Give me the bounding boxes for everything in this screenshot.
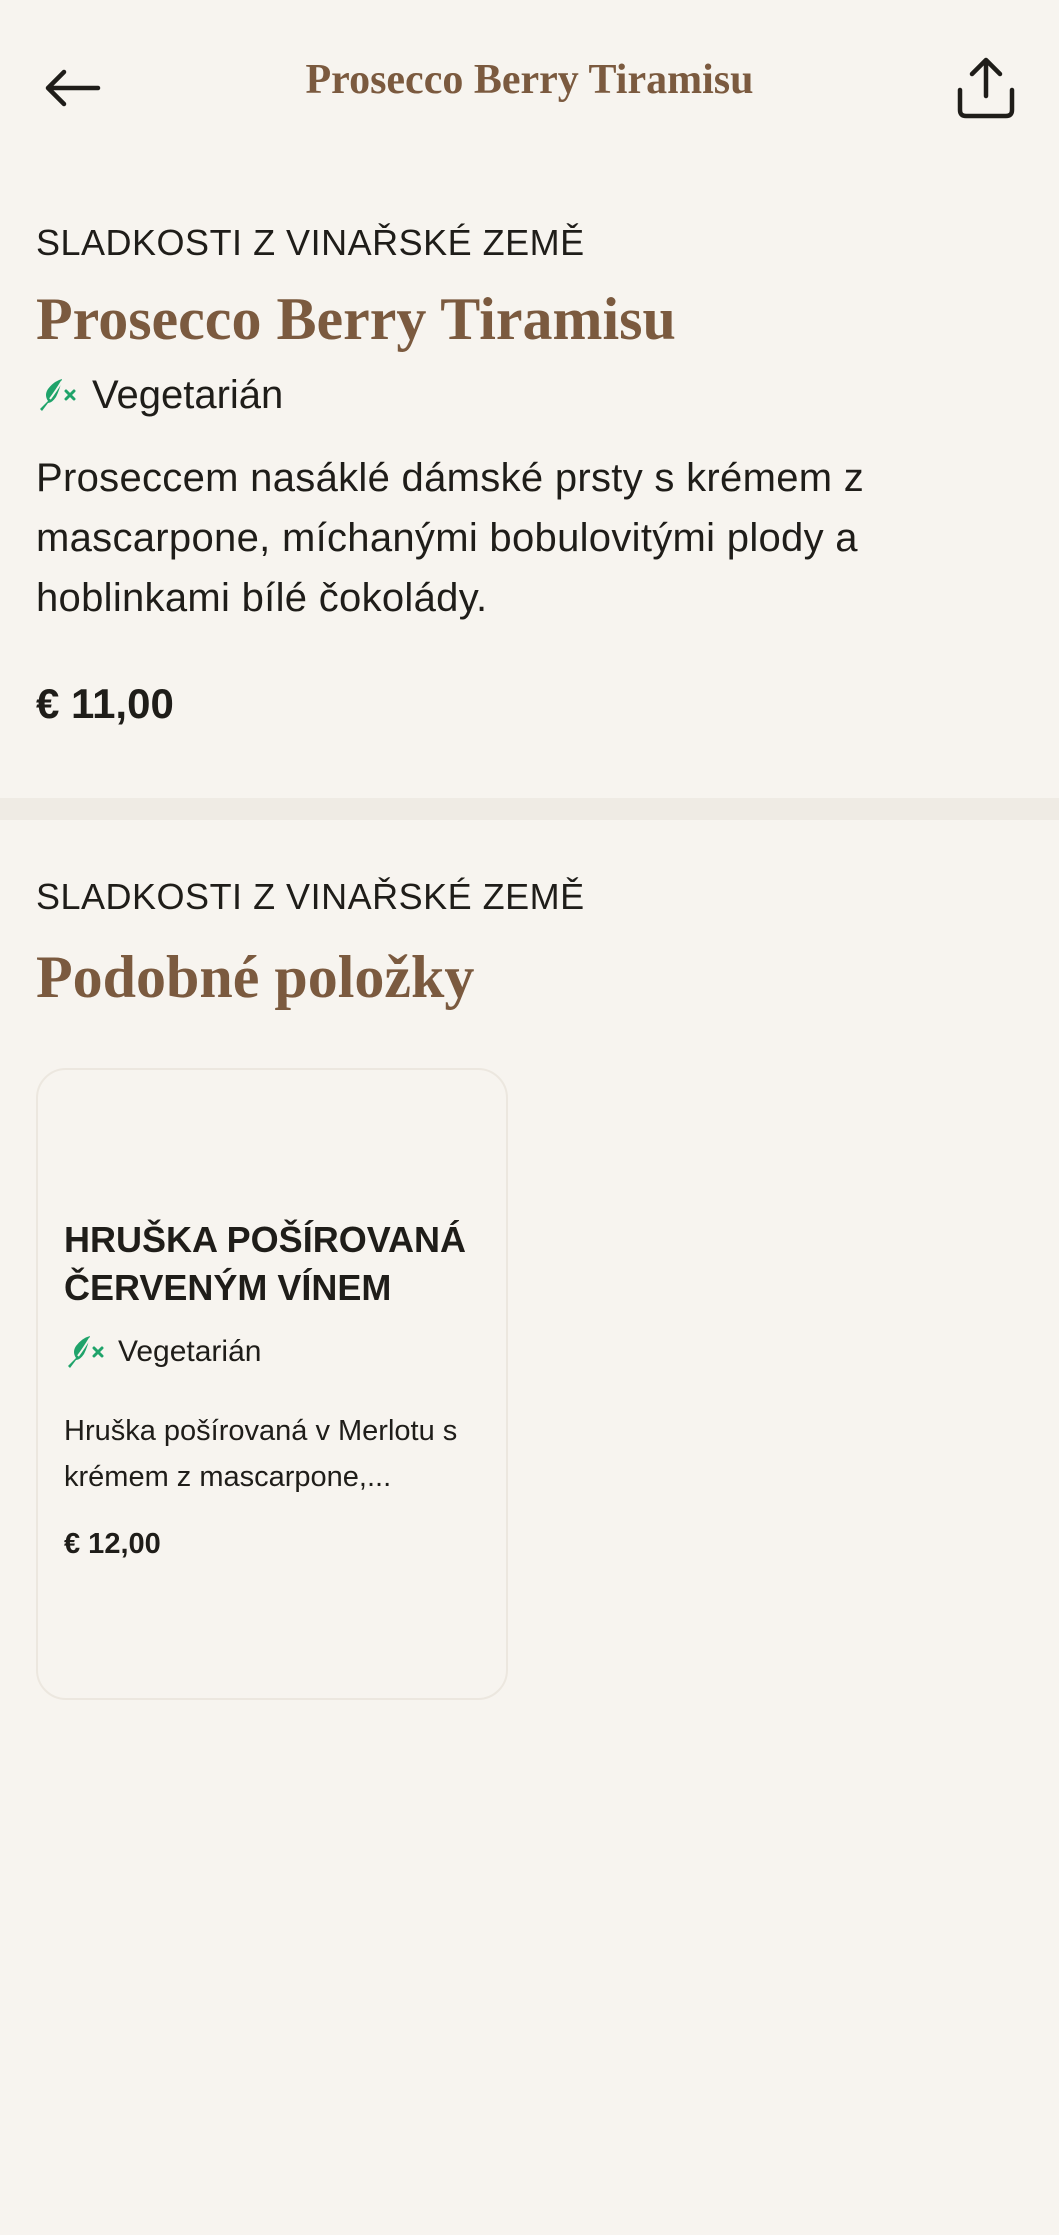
vegetarian-icon [68,1336,104,1368]
similar-title: Podobné položky [36,944,475,1010]
diet-label: Vegetarián [92,372,284,417]
card-price: € 12,00 [64,1528,161,1560]
card-diet-badge: Vegetarián [64,1330,484,1374]
arrow-left-icon [45,69,101,107]
item-description: Proseccem nasáklé dámské prsty s krémem … [36,456,865,620]
card-content: HRUŠKA POŠÍROVANÁ ČERVENÝM VÍNEM Vegetar… [64,1216,484,1566]
item-title: Prosecco Berry Tiramisu [36,286,676,352]
similar-item-card[interactable]: HRUŠKA POŠÍROVANÁ ČERVENÝM VÍNEM Vegetar… [36,1068,508,1700]
card-title: HRUŠKA POŠÍROVANÁ ČERVENÝM VÍNEM [64,1219,467,1308]
page-title: Prosecco Berry Tiramisu [305,57,754,103]
vegetarian-icon [40,379,76,411]
similar-section: SLADKOSTI Z VINAŘSKÉ ZEMĚ Podobné položk… [36,872,1026,1020]
item-detail: SLADKOSTI Z VINAŘSKÉ ZEMĚ Prosecco Berry… [36,218,1026,734]
share-button[interactable] [950,48,1022,128]
share-icon [957,57,1015,119]
diet-badge: Vegetarián [36,366,1026,424]
top-bar: Prosecco Berry Tiramisu [0,0,1059,170]
card-description: Hruška pošírovaná v Merlotu s krémem z m… [64,1415,458,1493]
card-diet-label: Vegetarián [118,1335,262,1368]
item-category: SLADKOSTI Z VINAŘSKÉ ZEMĚ [36,222,585,263]
similar-category: SLADKOSTI Z VINAŘSKÉ ZEMĚ [36,876,585,917]
back-button[interactable] [36,52,108,124]
item-price: € 11,00 [36,680,174,727]
section-divider [0,798,1059,820]
